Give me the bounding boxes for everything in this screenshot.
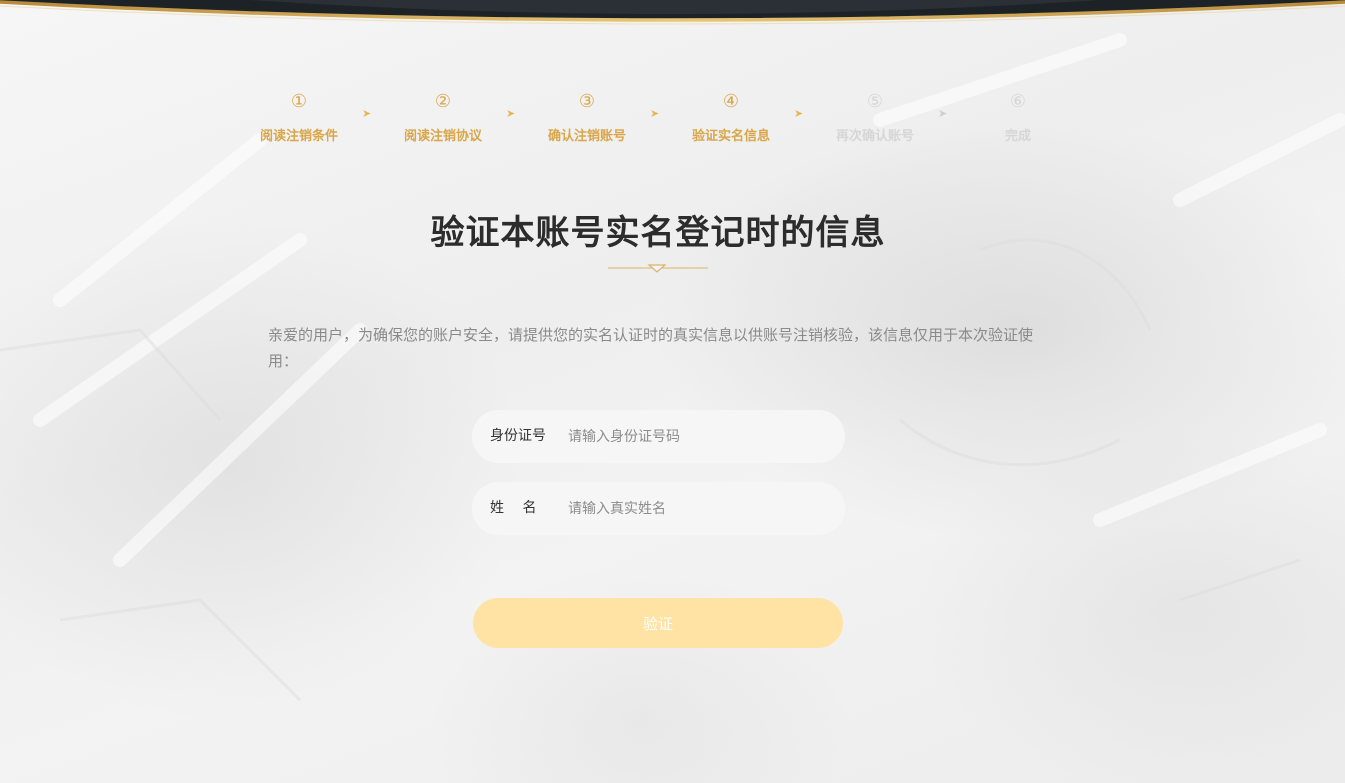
step-4-number: ④ bbox=[722, 91, 740, 112]
step-arrow-icon: ➤ bbox=[506, 107, 516, 120]
step-indicator: ① 阅读注销条件 ➤ ② 阅读注销协议 ➤ ③ 确认注销账号 ➤ ④ 验证实名信… bbox=[0, 92, 1345, 152]
step-2: ② 阅读注销协议 bbox=[383, 91, 503, 145]
step-5: ⑤ 再次确认账号 bbox=[815, 91, 935, 145]
step-arrow-icon: ➤ bbox=[794, 107, 804, 120]
step-3: ③ 确认注销账号 bbox=[527, 91, 647, 145]
step-1-label: 阅读注销条件 bbox=[259, 129, 338, 144]
step-arrow-icon: ➤ bbox=[650, 107, 660, 120]
name-label: 姓 名 bbox=[490, 500, 537, 516]
step-3-label: 确认注销账号 bbox=[547, 129, 626, 144]
step-1: ① 阅读注销条件 bbox=[239, 91, 359, 145]
step-2-label: 阅读注销协议 bbox=[403, 129, 482, 144]
id-card-input[interactable] bbox=[568, 420, 828, 453]
id-card-label: 身份证号 bbox=[490, 428, 546, 444]
step-6-number: ⑥ bbox=[1009, 91, 1027, 112]
id-card-field: 身份证号 bbox=[472, 410, 845, 463]
notice-text: 亲爱的用户，为确保您的账户安全，请提供您的实名认证时的真实信息以供账号注销核验，… bbox=[268, 326, 1034, 370]
step-2-number: ② bbox=[434, 91, 452, 112]
step-arrow-icon: ➤ bbox=[362, 107, 372, 120]
step-6-label: 完成 bbox=[1004, 129, 1031, 144]
step-5-number: ⑤ bbox=[866, 91, 884, 112]
step-4: ④ 验证实名信息 bbox=[671, 91, 791, 145]
top-banner bbox=[0, 0, 1345, 25]
title-divider bbox=[433, 264, 883, 273]
step-5-label: 再次确认账号 bbox=[835, 129, 914, 144]
step-1-number: ① bbox=[290, 91, 308, 112]
step-4-label: 验证实名信息 bbox=[691, 129, 770, 144]
page-title: 验证本账号实名登记时的信息 bbox=[430, 213, 886, 253]
step-6: ⑥ 完成 bbox=[958, 91, 1078, 145]
verify-button[interactable]: 验证 bbox=[473, 598, 843, 648]
step-arrow-icon: ➤ bbox=[938, 107, 948, 120]
name-input[interactable] bbox=[568, 492, 828, 525]
step-3-number: ③ bbox=[578, 91, 596, 112]
name-field: 姓 名 bbox=[472, 482, 845, 535]
